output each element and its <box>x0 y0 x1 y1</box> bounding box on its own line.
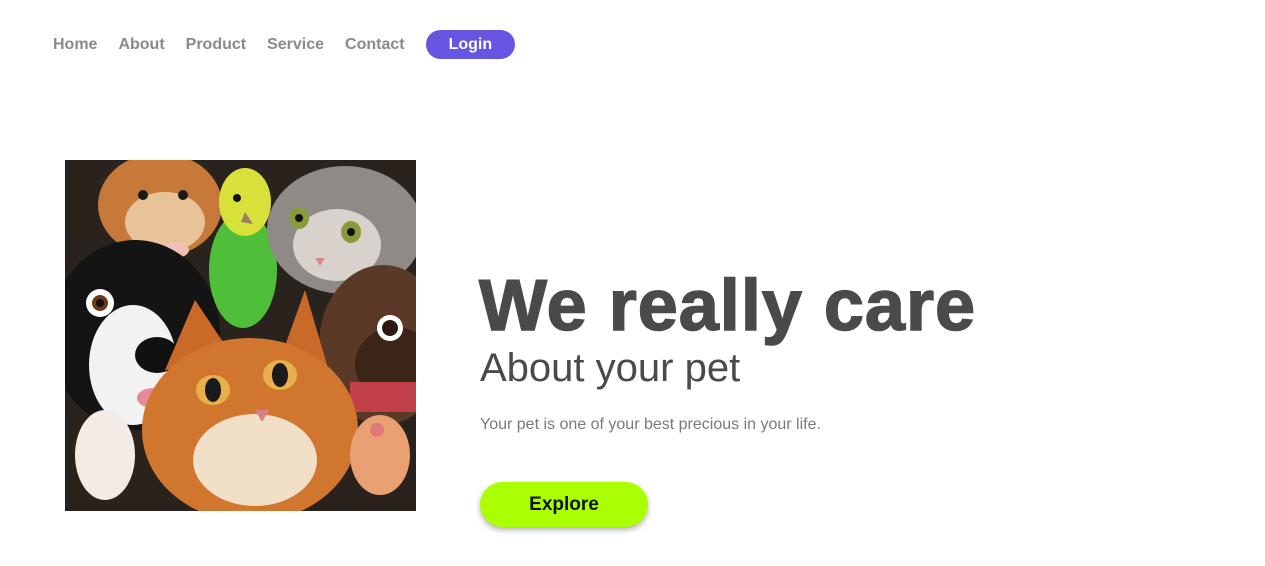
pets-photo <box>65 160 416 511</box>
hero-title: We really care <box>478 266 977 346</box>
top-nav: Home About Product Service Contact Login <box>53 30 516 59</box>
nav-product-link[interactable]: Product <box>186 30 246 59</box>
nav-contact-link[interactable]: Contact <box>345 30 405 59</box>
login-button[interactable]: Login <box>425 30 516 59</box>
explore-button[interactable]: Explore <box>480 482 648 527</box>
hero-subtitle: About your pet <box>480 346 741 390</box>
nav-service-link[interactable]: Service <box>267 30 324 59</box>
nav-home-link[interactable]: Home <box>53 30 97 59</box>
hero-description: Your pet is one of your best precious in… <box>480 416 821 433</box>
nav-about-link[interactable]: About <box>118 30 164 59</box>
